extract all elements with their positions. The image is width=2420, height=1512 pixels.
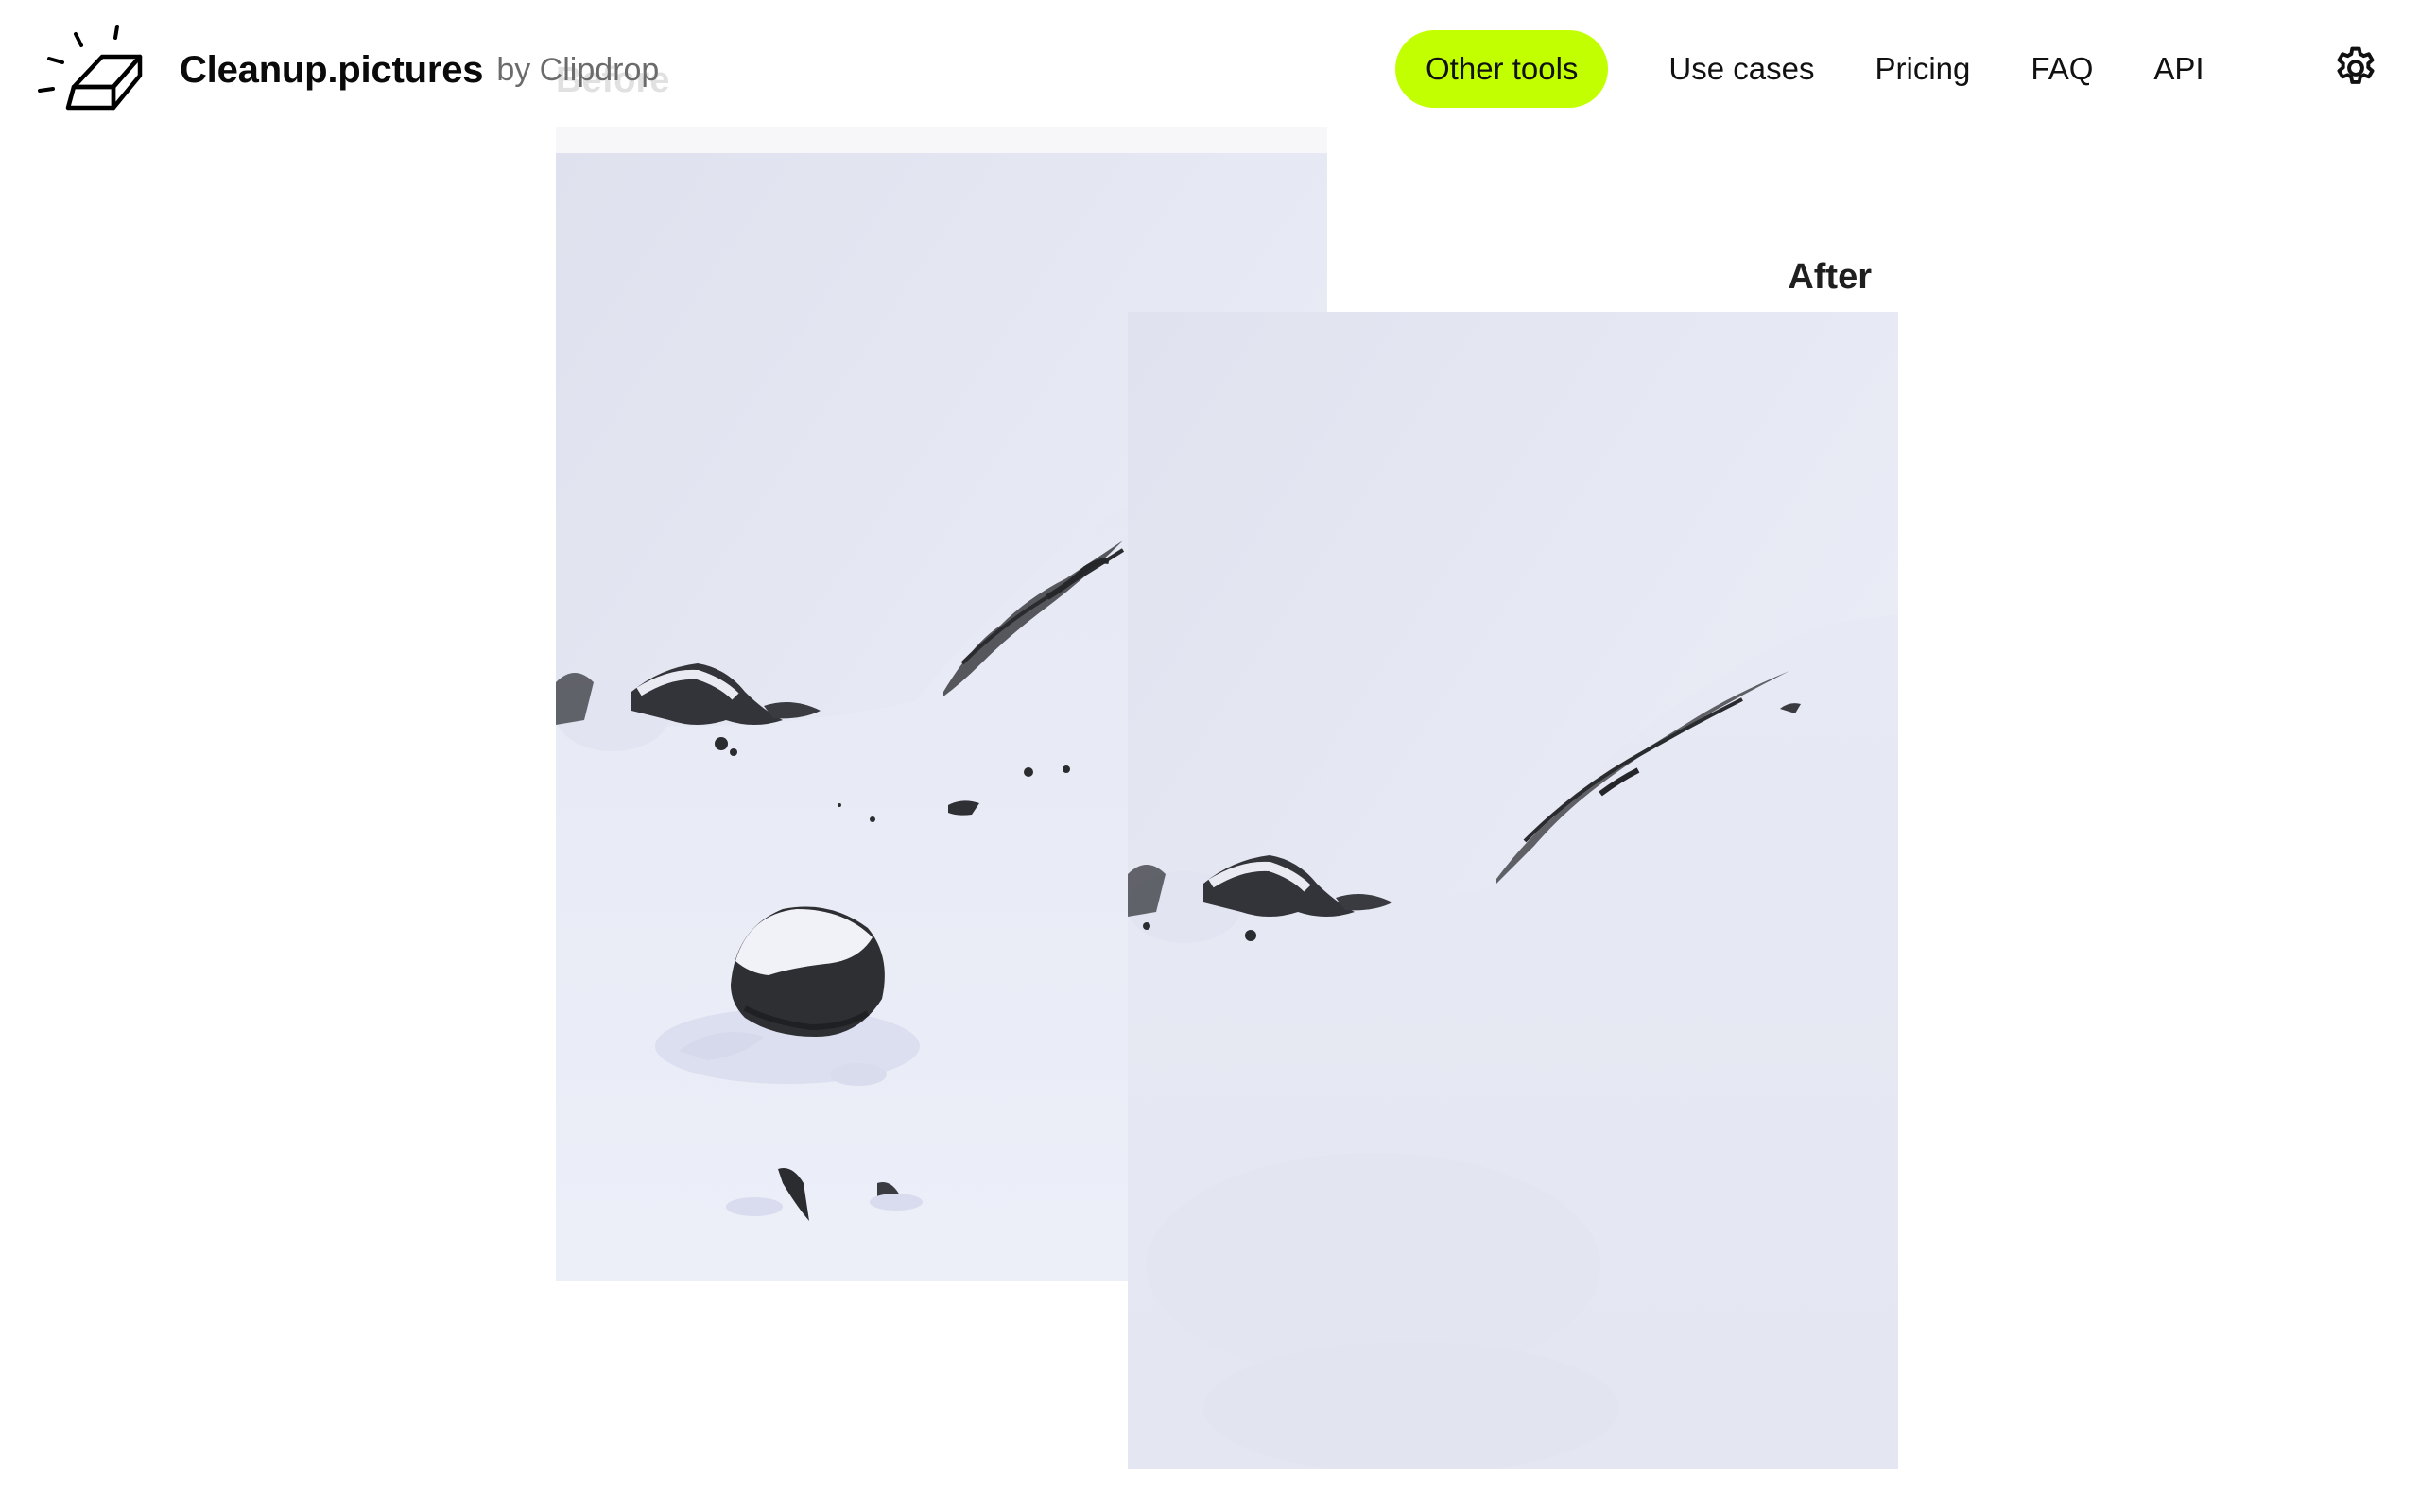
brand-by-clipdrop: by Clipdrop [496,51,660,88]
nav-faq-link[interactable]: FAQ [2031,51,2093,87]
page: Cleanup.pictures by Clipdrop Other tools… [0,0,2420,1512]
gear-icon[interactable] [2331,43,2380,93]
brand-name: Cleanup.pictures [180,48,484,91]
after-label: After [1788,257,1872,297]
site-header: Cleanup.pictures by Clipdrop Other tools… [0,0,2420,142]
eraser-sparkle-icon [38,25,143,111]
nav-other-tools-button[interactable]: Other tools [1395,30,1609,108]
top-nav: Other tools Use cases Pricing FAQ API [1395,30,2204,108]
nav-use-cases-link[interactable]: Use cases [1668,51,1814,87]
home-logo-link[interactable]: Cleanup.pictures by Clipdrop [34,23,659,117]
nav-pricing-link[interactable]: Pricing [1875,51,1970,87]
nav-api-link[interactable]: API [2153,51,2204,87]
after-image [1128,312,1898,1469]
